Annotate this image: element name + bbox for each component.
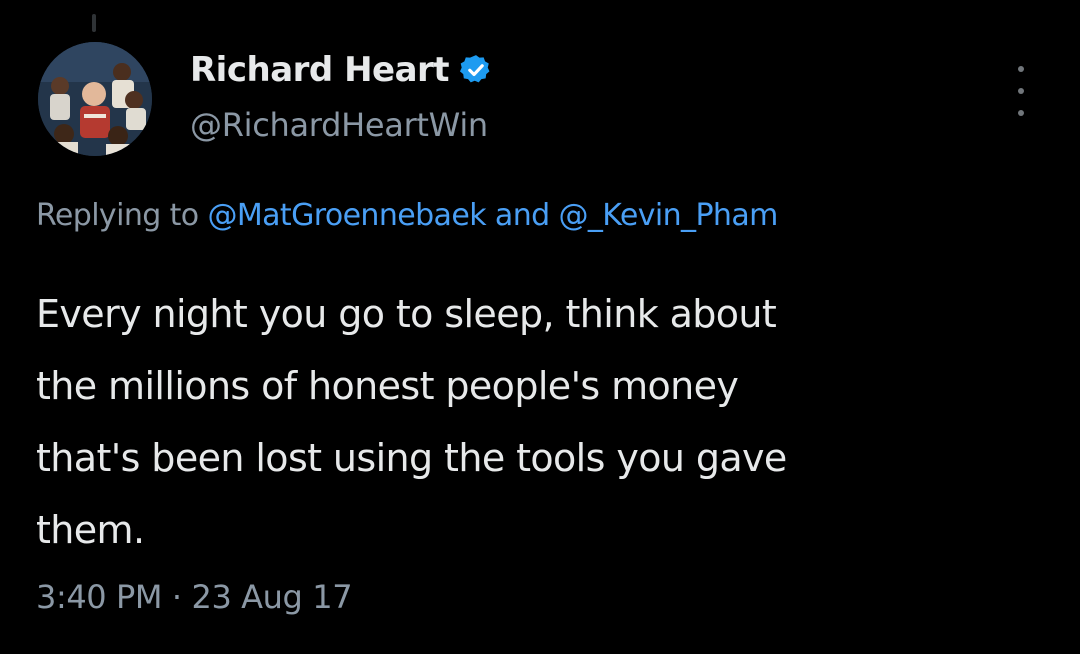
- replying-to-label: Replying to: [36, 198, 199, 233]
- more-vertical-icon-dot: [1018, 110, 1024, 116]
- mention-link-2[interactable]: @_Kevin_Pham: [559, 198, 779, 233]
- author-name-row: Richard Heart: [190, 50, 493, 90]
- author-display-name[interactable]: Richard Heart: [190, 50, 450, 90]
- tweet-card: Richard Heart @RichardHeartWin Replying …: [0, 0, 1080, 654]
- tweet-timestamp[interactable]: 3:40 PM · 23 Aug 17: [36, 578, 353, 616]
- more-options-button[interactable]: [1004, 66, 1038, 116]
- tweet-date: 23 Aug 17: [191, 578, 353, 616]
- mention-conjunction: and: [494, 198, 550, 233]
- timestamp-separator: ·: [171, 578, 182, 616]
- avatar[interactable]: [38, 42, 152, 156]
- more-vertical-icon: [1018, 66, 1024, 72]
- author-handle[interactable]: @RichardHeartWin: [190, 106, 488, 144]
- mention-link-1[interactable]: @MatGroennebaek: [207, 198, 486, 233]
- more-vertical-icon-dot: [1018, 88, 1024, 94]
- thread-connector-line: [92, 14, 96, 32]
- avatar-photo: [38, 42, 152, 156]
- verified-badge-icon: [459, 53, 493, 87]
- tweet-time: 3:40 PM: [36, 578, 163, 616]
- tweet-body-text: Every night you go to sleep, think about…: [36, 292, 787, 552]
- replying-to-line: Replying to @MatGroennebaek and @_Kevin_…: [36, 198, 778, 233]
